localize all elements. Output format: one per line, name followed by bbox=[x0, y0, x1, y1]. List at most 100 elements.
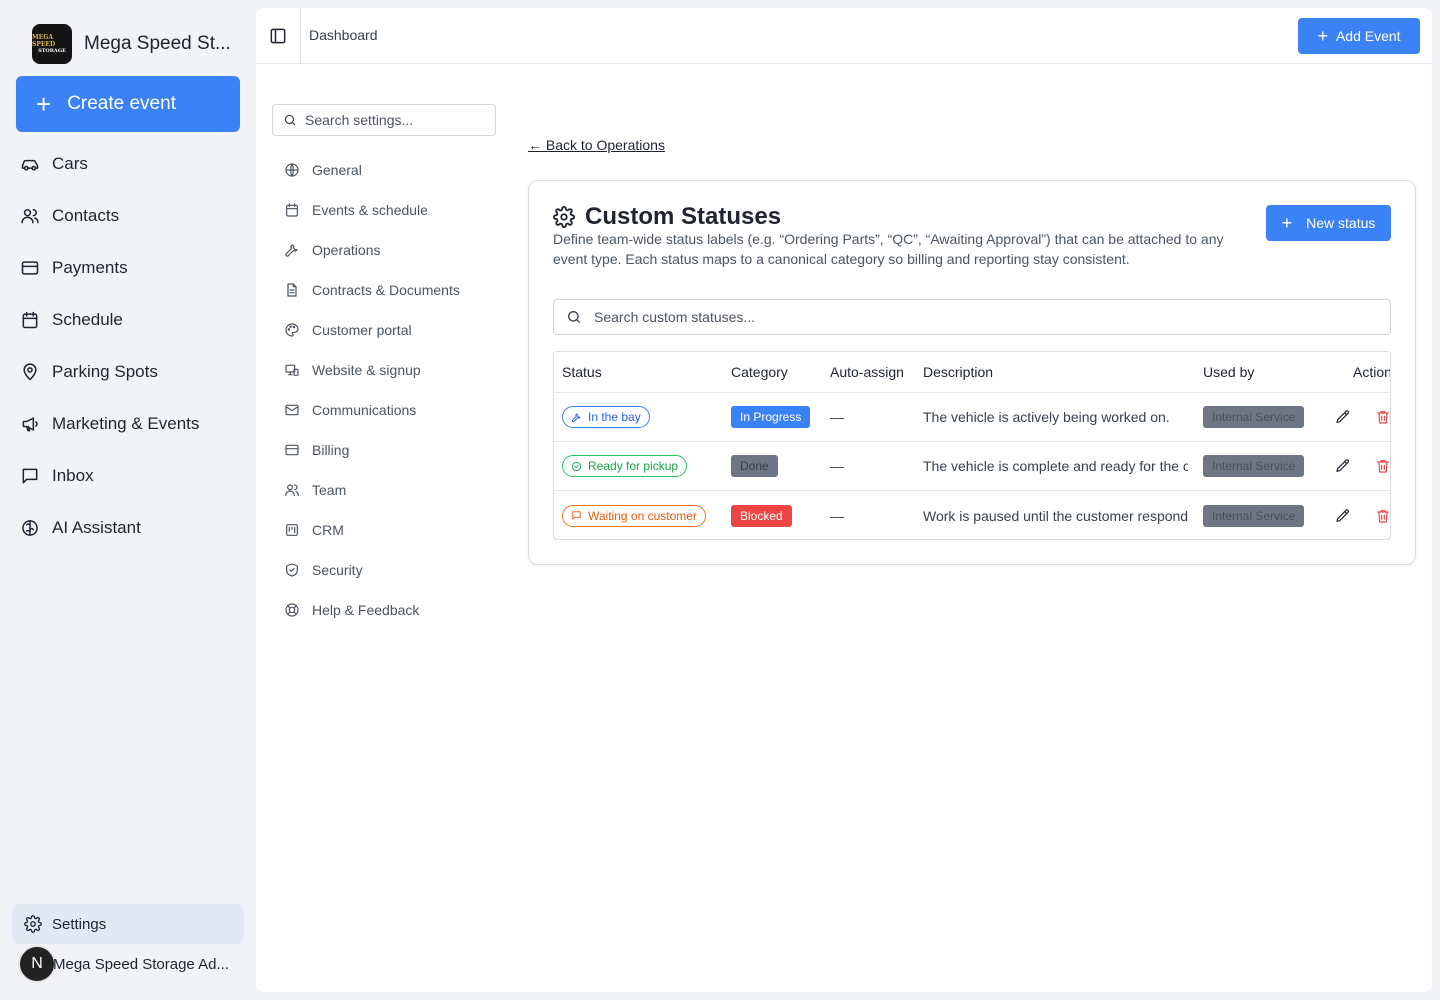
settings-nav-website[interactable]: Website & signup bbox=[284, 350, 504, 390]
sidebar-item-ai-assistant[interactable]: AI Assistant bbox=[16, 502, 240, 554]
message-square-icon bbox=[20, 466, 40, 486]
trash-icon[interactable] bbox=[1375, 409, 1391, 425]
col-header-auto-assign[interactable]: Auto-assign bbox=[830, 364, 920, 380]
settings-nav-billing[interactable]: Billing bbox=[284, 430, 504, 470]
sidebar-item-label: Inbox bbox=[52, 466, 94, 485]
table-header: Status Category Auto-assign Description … bbox=[554, 352, 1390, 393]
breadcrumb[interactable]: Dashboard bbox=[309, 27, 378, 43]
settings-nav-contracts[interactable]: Contracts & Documents bbox=[284, 270, 504, 310]
category-cell: In Progress bbox=[731, 406, 821, 428]
back-to-operations-link[interactable]: ← Back to Operations bbox=[528, 137, 665, 153]
gear-icon bbox=[553, 206, 575, 228]
settings-nav-help[interactable]: Help & Feedback bbox=[284, 590, 504, 630]
status-search-input[interactable] bbox=[594, 309, 1374, 325]
col-header-category[interactable]: Category bbox=[731, 364, 821, 380]
sidebar-item-cars[interactable]: Cars bbox=[16, 138, 240, 190]
credit-card-icon bbox=[284, 442, 300, 458]
category-cell: Blocked bbox=[731, 504, 821, 527]
used-by-badge: Internal Service bbox=[1203, 504, 1305, 527]
settings-nav-label: Events & schedule bbox=[312, 202, 428, 218]
table-row[interactable]: In the bay In Progress — The vehicle is … bbox=[554, 393, 1390, 442]
search-icon bbox=[284, 114, 296, 126]
main-panel: Dashboard + Add Event General Events & s… bbox=[256, 8, 1432, 992]
edit-pencil-icon[interactable] bbox=[1335, 409, 1351, 425]
card-description: Define team-wide status labels (e.g. “Or… bbox=[553, 231, 1224, 267]
topbar-divider bbox=[300, 8, 301, 64]
sidebar-item-settings[interactable]: Settings bbox=[12, 904, 244, 944]
main-nav: Cars Contacts Payments Schedule Parking … bbox=[16, 138, 240, 554]
app-sidebar: MEGA SPEED STORAGE Mega Speed St... + Cr… bbox=[0, 0, 256, 1000]
map-pin-icon bbox=[20, 362, 40, 382]
kanban-icon bbox=[284, 522, 300, 538]
sidebar-item-parking-spots[interactable]: Parking Spots bbox=[16, 346, 240, 398]
col-header-actions: Actions bbox=[1353, 364, 1390, 380]
sidebar-item-payments[interactable]: Payments bbox=[16, 242, 240, 294]
page-title: Custom Statuses bbox=[585, 203, 782, 230]
settings-nav-label: Customer portal bbox=[312, 322, 412, 338]
sidebar-item-marketing-events[interactable]: Marketing & Events bbox=[16, 398, 240, 450]
sidebar-item-label: Parking Spots bbox=[52, 362, 158, 381]
create-event-button[interactable]: + Create event bbox=[16, 76, 240, 132]
sidebar-item-label: Schedule bbox=[52, 310, 123, 329]
settings-search bbox=[272, 104, 496, 136]
brand[interactable]: MEGA SPEED STORAGE Mega Speed St... bbox=[32, 24, 231, 64]
file-text-icon bbox=[284, 282, 300, 298]
globe-icon bbox=[284, 162, 300, 178]
sidebar-item-label: Payments bbox=[52, 258, 128, 277]
search-icon bbox=[568, 311, 580, 323]
settings-nav-label: Contracts & Documents bbox=[312, 282, 460, 298]
edit-pencil-icon[interactable] bbox=[1335, 508, 1351, 524]
status-label: Waiting on customer bbox=[588, 508, 697, 523]
settings-nav-customer-portal[interactable]: Customer portal bbox=[284, 310, 504, 350]
create-event-label: Create event bbox=[67, 93, 176, 114]
status-pill: Waiting on customer bbox=[562, 504, 706, 527]
table-row[interactable]: Waiting on customer Blocked — Work is pa… bbox=[554, 491, 1391, 539]
status-pill: In the bay bbox=[562, 406, 650, 428]
trash-icon[interactable] bbox=[1375, 508, 1391, 524]
settings-nav-general[interactable]: General bbox=[284, 150, 504, 190]
brand-name: Mega Speed St... bbox=[84, 33, 231, 54]
status-label: In the bay bbox=[588, 410, 641, 424]
table-row[interactable]: Ready for pickup Done — The vehicle is c… bbox=[554, 442, 1390, 491]
plus-icon: + bbox=[1281, 212, 1293, 233]
settings-nav-operations[interactable]: Operations bbox=[284, 230, 504, 270]
category-badge: In Progress bbox=[731, 406, 811, 428]
brain-icon bbox=[20, 518, 40, 538]
sidebar-item-inbox[interactable]: Inbox bbox=[16, 450, 240, 502]
trash-icon[interactable] bbox=[1375, 458, 1391, 474]
wrench-icon bbox=[571, 413, 581, 422]
sidebar-item-schedule[interactable]: Schedule bbox=[16, 294, 240, 346]
used-by-badge: Internal Service bbox=[1203, 406, 1305, 428]
settings-nav-team[interactable]: Team bbox=[284, 470, 504, 510]
description-cell: Work is paused until the customer respon… bbox=[923, 507, 1188, 524]
settings-nav-security[interactable]: Security bbox=[284, 550, 504, 590]
user-menu[interactable]: N Mega Speed Storage Ad... bbox=[18, 944, 229, 984]
actions-cell bbox=[1335, 409, 1391, 425]
col-header-status[interactable]: Status bbox=[562, 364, 722, 380]
settings-label: Settings bbox=[52, 915, 107, 933]
used-by-badge: Internal Service bbox=[1203, 455, 1305, 477]
sidebar-item-contacts[interactable]: Contacts bbox=[16, 190, 240, 242]
col-header-description[interactable]: Description bbox=[923, 364, 1188, 380]
calendar-icon bbox=[20, 310, 40, 330]
settings-nav-events-schedule[interactable]: Events & schedule bbox=[284, 190, 504, 230]
edit-pencil-icon[interactable] bbox=[1335, 458, 1351, 474]
col-header-used-by[interactable]: Used by bbox=[1203, 364, 1323, 380]
status-cell: In the bay bbox=[562, 406, 722, 428]
gear-icon bbox=[24, 915, 42, 933]
mail-icon bbox=[284, 402, 300, 418]
settings-nav-crm[interactable]: CRM bbox=[284, 510, 504, 550]
new-status-button[interactable]: + New status bbox=[1266, 205, 1391, 241]
avatar: N bbox=[18, 945, 56, 983]
wrench-icon bbox=[284, 242, 300, 258]
statuses-table: Status Category Auto-assign Description … bbox=[553, 351, 1391, 540]
status-label: Ready for pickup bbox=[588, 459, 679, 473]
used-by-cell: Internal Service bbox=[1203, 504, 1323, 527]
actions-cell bbox=[1335, 458, 1391, 474]
add-event-button[interactable]: + Add Event bbox=[1298, 18, 1420, 54]
settings-search-input[interactable] bbox=[305, 112, 485, 128]
category-badge: Done bbox=[731, 455, 778, 477]
settings-nav-communications[interactable]: Communications bbox=[284, 390, 504, 430]
used-by-cell: Internal Service bbox=[1203, 455, 1323, 477]
sidebar-toggle-icon[interactable] bbox=[268, 26, 288, 46]
